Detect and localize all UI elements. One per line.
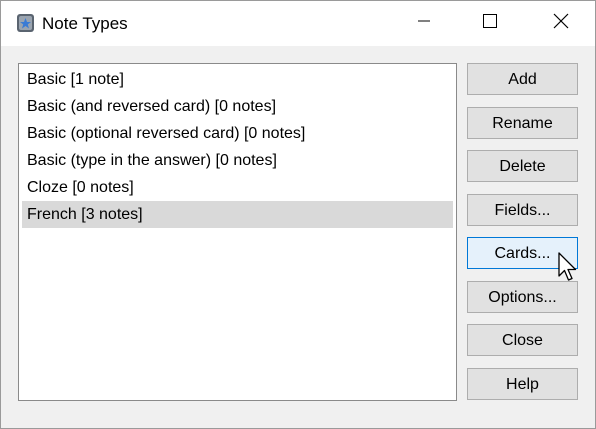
mouse-pointer-icon — [558, 252, 580, 284]
maximize-icon — [482, 13, 498, 34]
list-item-cloze[interactable]: Cloze [0 notes] — [22, 174, 453, 201]
maximize-button[interactable] — [467, 1, 513, 46]
minimize-icon — [417, 14, 431, 33]
note-types-list[interactable]: Basic [1 note] Basic (and reversed card)… — [18, 63, 457, 401]
minimize-button[interactable] — [401, 1, 447, 46]
help-button[interactable]: Help — [467, 368, 578, 400]
window-title: Note Types — [42, 14, 128, 33]
options-button[interactable]: Options... — [467, 281, 578, 313]
close-window-button[interactable] — [538, 1, 584, 46]
list-item-french[interactable]: French [3 notes] — [22, 201, 453, 228]
fields-button[interactable]: Fields... — [467, 194, 578, 226]
list-item-basic-type-answer[interactable]: Basic (type in the answer) [0 notes] — [22, 147, 453, 174]
close-icon — [553, 13, 569, 34]
title-bar[interactable]: Note Types — [1, 1, 595, 46]
note-types-window: Note Types Basic [1 note] Basic (and rev… — [0, 0, 596, 429]
add-button[interactable]: Add — [467, 63, 578, 95]
rename-button[interactable]: Rename — [467, 107, 578, 139]
close-button[interactable]: Close — [467, 324, 578, 356]
list-item-basic[interactable]: Basic [1 note] — [22, 66, 453, 93]
anki-app-icon — [16, 13, 35, 33]
list-item-basic-reversed[interactable]: Basic (and reversed card) [0 notes] — [22, 93, 453, 120]
list-item-basic-optional-reversed[interactable]: Basic (optional reversed card) [0 notes] — [22, 120, 453, 147]
delete-button[interactable]: Delete — [467, 150, 578, 182]
